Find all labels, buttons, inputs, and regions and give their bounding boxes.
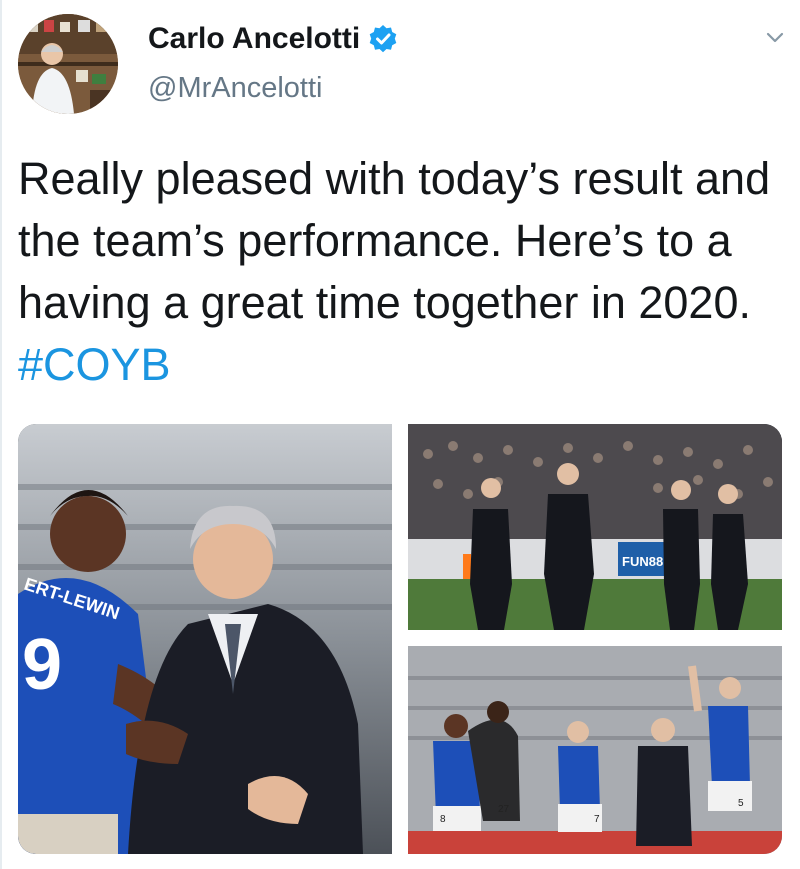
- shirt-number-text: 9: [22, 625, 62, 705]
- verified-badge-icon: [368, 24, 398, 54]
- photo-player-handshake[interactable]: ERT-LEWIN 9: [18, 424, 392, 854]
- player-number-2: 27: [498, 804, 510, 815]
- user-handle[interactable]: @MrAncelotti: [148, 72, 322, 105]
- photo-2-image: FUN88: [408, 424, 782, 630]
- player-number-4: 5: [738, 798, 744, 809]
- avatar-image: [18, 14, 118, 114]
- photo-celebration[interactable]: 8 27 7 5: [408, 646, 782, 854]
- name-row: Carlo Ancelotti: [148, 22, 398, 56]
- player-number-3: 7: [594, 814, 600, 825]
- photo-3-image: 8 27 7 5: [408, 646, 782, 854]
- hashtag-link[interactable]: #COYB: [18, 339, 171, 390]
- tweet-text: Really pleased with today’s result and t…: [18, 148, 788, 396]
- player-number-1: 8: [440, 814, 446, 825]
- tweet-header: Carlo Ancelotti @MrAncelotti: [18, 14, 788, 114]
- profile-avatar[interactable]: [18, 14, 118, 114]
- display-name[interactable]: Carlo Ancelotti: [148, 22, 360, 56]
- timeline-border: [0, 0, 2, 869]
- photo-touchline[interactable]: FUN88: [408, 424, 782, 630]
- chevron-down-icon[interactable]: [762, 24, 788, 50]
- media-grid: ERT-LEWIN 9 FUN88 8 27 7 5: [18, 424, 782, 854]
- tweet-body: Really pleased with today’s result and t…: [18, 153, 771, 328]
- photo-1-image: ERT-LEWIN 9: [18, 424, 392, 854]
- board-text: FUN88: [622, 554, 663, 569]
